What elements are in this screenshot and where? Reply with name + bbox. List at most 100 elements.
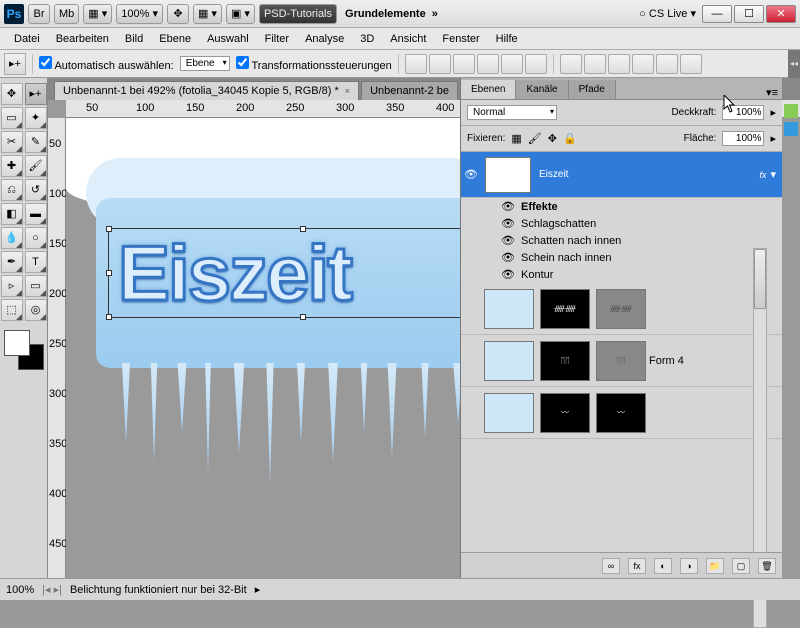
align-bottom-button[interactable]: [453, 54, 475, 74]
lock-all-icon[interactable]: 🔒: [563, 132, 577, 145]
layer-mask-button[interactable]: ◐: [654, 558, 672, 574]
distribute-1-button[interactable]: [560, 54, 582, 74]
crop-tool[interactable]: ✂: [1, 131, 23, 153]
panel-menu-icon[interactable]: ▾≡: [762, 86, 782, 99]
blend-mode-dropdown[interactable]: Normal: [467, 105, 557, 120]
menu-filter[interactable]: Filter: [257, 30, 297, 48]
adjustment-layer-button[interactable]: ◑: [680, 558, 698, 574]
dodge-tool[interactable]: ○: [25, 227, 47, 249]
align-vcenter-button[interactable]: [429, 54, 451, 74]
menu-auswahl[interactable]: Auswahl: [199, 30, 257, 48]
layer-thumbnail[interactable]: T: [485, 157, 531, 193]
eraser-tool[interactable]: ◧: [1, 203, 23, 225]
stamp-tool[interactable]: ⎌: [1, 179, 23, 201]
distribute-2-button[interactable]: [584, 54, 606, 74]
menu-bearbeiten[interactable]: Bearbeiten: [48, 30, 117, 48]
psd-tutorials-button[interactable]: PSD-Tutorials: [259, 4, 337, 24]
collapsed-panels-bar[interactable]: [784, 100, 800, 140]
history-brush-tool[interactable]: ↺: [25, 179, 47, 201]
move-tool-active[interactable]: ▸+: [25, 83, 47, 105]
tab-pfade[interactable]: Pfade: [569, 80, 616, 99]
opacity-slider-icon[interactable]: ▸: [770, 106, 776, 119]
align-left-button[interactable]: [477, 54, 499, 74]
shape-tool[interactable]: ▭: [25, 275, 47, 297]
distribute-5-button[interactable]: [656, 54, 678, 74]
tab-kanaele[interactable]: Kanäle: [516, 80, 568, 99]
new-layer-button[interactable]: ▢: [732, 558, 750, 574]
delete-layer-button[interactable]: 🗑: [758, 558, 776, 574]
shape-layer-form4[interactable]: ᛖᛖ ᛖᛖ Form 4: [461, 335, 782, 387]
opacity-field[interactable]: 100%: [722, 105, 764, 120]
menu-ansicht[interactable]: Ansicht: [382, 30, 434, 48]
distribute-4-button[interactable]: [632, 54, 654, 74]
align-right-button[interactable]: [525, 54, 547, 74]
menu-hilfe[interactable]: Hilfe: [488, 30, 526, 48]
swatch-blue-icon[interactable]: [784, 122, 798, 136]
visibility-toggle-icon[interactable]: 👁: [461, 168, 481, 181]
workspace-label[interactable]: Grundelemente: [345, 8, 426, 20]
link-layers-button[interactable]: ∞: [602, 558, 620, 574]
gradient-tool[interactable]: ▬: [25, 203, 47, 225]
effect-schatten-nach-innen[interactable]: 👁Schatten nach innen: [501, 232, 782, 249]
collapse-options-button[interactable]: ◂◂: [788, 50, 800, 78]
arrange-docs-button[interactable]: ▦ ▾: [193, 4, 222, 24]
fill-field[interactable]: 100%: [722, 131, 764, 146]
close-button[interactable]: ✕: [766, 5, 796, 23]
cslive-button[interactable]: ○ CS Live ▾: [639, 7, 696, 20]
healing-tool[interactable]: ✚: [1, 155, 23, 177]
type-tool[interactable]: T: [25, 251, 47, 273]
new-group-button[interactable]: 📁: [706, 558, 724, 574]
lock-transparency-icon[interactable]: ▦: [511, 132, 521, 145]
menu-3d[interactable]: 3D: [352, 30, 382, 48]
distribute-6-button[interactable]: [680, 54, 702, 74]
minibridge-button[interactable]: Mb: [54, 4, 79, 24]
layer-fx-badge[interactable]: fx: [759, 170, 770, 180]
menu-analyse[interactable]: Analyse: [297, 30, 352, 48]
hand-tool-button[interactable]: ✥: [167, 4, 189, 24]
brush-tool[interactable]: 🖌: [25, 155, 47, 177]
view-extras-button[interactable]: ▦ ▾: [83, 4, 112, 24]
zoom-level-dropdown[interactable]: 100% ▾: [116, 4, 163, 24]
distribute-3-button[interactable]: [608, 54, 630, 74]
move-tool[interactable]: ✥: [1, 83, 23, 105]
fx-expand-icon[interactable]: ▾: [770, 168, 782, 181]
foreground-color-swatch[interactable]: [4, 330, 30, 356]
lock-position-icon[interactable]: ✥: [548, 132, 557, 145]
effect-schlagschatten[interactable]: 👁Schlagschatten: [501, 215, 782, 232]
transform-controls-checkbox[interactable]: Transformationssteuerungen: [236, 56, 392, 72]
close-tab-icon[interactable]: ×: [345, 86, 350, 96]
lock-pixels-icon[interactable]: 🖌: [528, 132, 542, 145]
workspace-more-icon[interactable]: »: [432, 8, 438, 20]
3d-camera-tool[interactable]: ◎: [25, 299, 47, 321]
screen-mode-button[interactable]: ▣ ▾: [226, 4, 255, 24]
auto-select-checkbox[interactable]: Automatisch auswählen:: [39, 56, 174, 72]
layer-list[interactable]: 👁 T Eiszeit fx ▾ 👁Effekte 👁Schlagschatte…: [461, 152, 782, 552]
transform-bounding-box[interactable]: [108, 228, 498, 318]
color-swatches[interactable]: [4, 330, 44, 370]
shape-layer-3[interactable]: 〰 〰: [461, 387, 782, 439]
shape-layer-1[interactable]: ᚏᚏ ᚏᚏ: [461, 283, 782, 335]
3d-tool[interactable]: ⬚: [1, 299, 23, 321]
layer-style-button[interactable]: fx: [628, 558, 646, 574]
document-tab-2[interactable]: Unbenannt-2 be: [361, 81, 458, 100]
align-hcenter-button[interactable]: [501, 54, 523, 74]
menu-datei[interactable]: Datei: [6, 30, 48, 48]
auto-select-target-dropdown[interactable]: Ebene: [180, 56, 230, 71]
swatch-green-icon[interactable]: [784, 104, 798, 118]
tab-ebenen[interactable]: Ebenen: [461, 80, 516, 99]
menu-bild[interactable]: Bild: [117, 30, 151, 48]
blur-tool[interactable]: 💧: [1, 227, 23, 249]
layer-eiszeit[interactable]: 👁 T Eiszeit fx ▾: [461, 152, 782, 198]
eyedropper-tool[interactable]: ✎: [25, 131, 47, 153]
menu-fenster[interactable]: Fenster: [434, 30, 487, 48]
marquee-tool[interactable]: ▭: [1, 107, 23, 129]
effect-kontur[interactable]: 👁Kontur: [501, 266, 782, 283]
fill-slider-icon[interactable]: ▸: [770, 132, 776, 145]
effect-schein-nach-innen[interactable]: 👁Schein nach innen: [501, 249, 782, 266]
current-tool-icon[interactable]: ▸+: [4, 53, 26, 75]
menu-ebene[interactable]: Ebene: [151, 30, 199, 48]
layer-name[interactable]: Eiszeit: [535, 169, 759, 180]
document-tab-1[interactable]: Unbenannt-1 bei 492% (fotolia_34045 Kopi…: [54, 81, 359, 100]
path-select-tool[interactable]: ▹: [1, 275, 23, 297]
vertical-ruler[interactable]: 50100150200250300350400450: [48, 118, 66, 578]
